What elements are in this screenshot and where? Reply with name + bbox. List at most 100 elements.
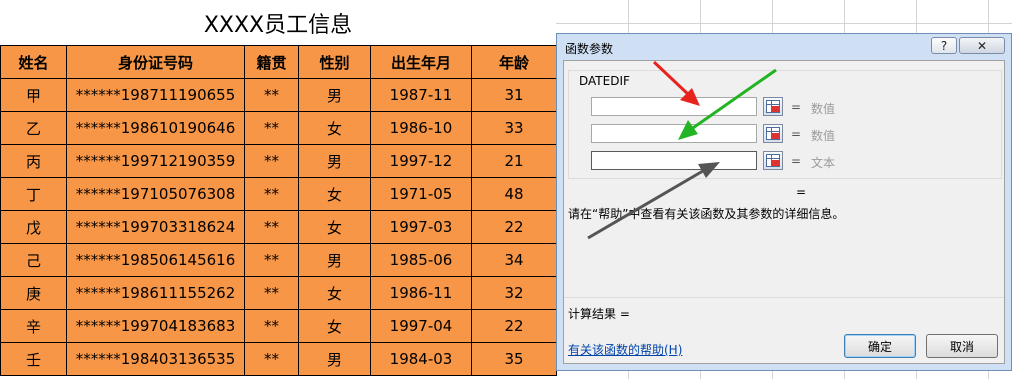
header-origin[interactable]: 籍贯 xyxy=(244,45,299,79)
cell-birth[interactable]: 1997-04 xyxy=(370,309,472,343)
cell-origin[interactable]: ** xyxy=(244,342,299,376)
table-row: 壬 ******198403136535 ** 男 1984-03 35 xyxy=(0,342,557,376)
range-select-icon[interactable] xyxy=(763,151,783,170)
table-row: 丁 ******197105076308 ** 女 1971-05 48 xyxy=(0,177,557,211)
cell-origin[interactable]: ** xyxy=(244,78,299,112)
cell-id[interactable]: ******199704183683 xyxy=(66,309,245,343)
function-arguments-dialog: 函数参数 ? ✕ DATEDIF = 数值 = 数值 = 文本 = 请在“帮助”… xyxy=(556,33,1012,371)
cell-origin[interactable]: ** xyxy=(244,111,299,145)
cell-gender[interactable]: 女 xyxy=(298,177,371,211)
cell-origin[interactable]: ** xyxy=(244,210,299,244)
cell-name[interactable]: 乙 xyxy=(0,111,67,145)
header-birth[interactable]: 出生年月 xyxy=(370,45,472,79)
range-select-icon[interactable] xyxy=(763,97,783,116)
cell-birth[interactable]: 1997-12 xyxy=(370,144,472,178)
cell-name[interactable]: 丙 xyxy=(0,144,67,178)
cell-gender[interactable]: 女 xyxy=(298,111,371,145)
cell-name[interactable]: 庚 xyxy=(0,276,67,310)
cell-id[interactable]: ******198610190646 xyxy=(66,111,245,145)
formula-result-eq: = xyxy=(796,185,807,199)
cell-birth[interactable]: 1984-03 xyxy=(370,342,472,376)
function-help-link[interactable]: 有关该函数的帮助(H) xyxy=(568,341,682,358)
header-gender[interactable]: 性别 xyxy=(298,45,371,79)
cell-name[interactable]: 丁 xyxy=(0,177,67,211)
table-row: 庚 ******198611155262 ** 女 1986-11 32 xyxy=(0,276,557,310)
function-name: DATEDIF xyxy=(579,74,630,88)
ok-button[interactable]: 确定 xyxy=(844,334,916,358)
argument-eq-1: = xyxy=(791,100,802,114)
cell-gender[interactable]: 男 xyxy=(298,342,371,376)
cell-age[interactable]: 32 xyxy=(471,276,557,310)
dialog-body: DATEDIF = 数值 = 数值 = 文本 = 请在“帮助”中查看有关该函数及… xyxy=(563,60,1005,364)
table-row: 辛 ******199704183683 ** 女 1997-04 22 xyxy=(0,309,557,343)
cell-id[interactable]: ******198711190655 xyxy=(66,78,245,112)
cell-gender[interactable]: 女 xyxy=(298,276,371,310)
close-button[interactable]: ✕ xyxy=(959,37,1005,54)
cell-name[interactable]: 己 xyxy=(0,243,67,277)
range-select-icon-glyph xyxy=(766,127,780,140)
cell-age[interactable]: 31 xyxy=(471,78,557,112)
cell-birth[interactable]: 1986-11 xyxy=(370,276,472,310)
cell-origin[interactable]: ** xyxy=(244,144,299,178)
cell-gender[interactable]: 女 xyxy=(298,210,371,244)
argument-input-3[interactable] xyxy=(591,151,757,170)
table-row: 戊 ******199703318624 ** 女 1997-03 22 xyxy=(0,210,557,244)
cell-birth[interactable]: 1986-10 xyxy=(370,111,472,145)
cell-origin[interactable]: ** xyxy=(244,309,299,343)
cell-origin[interactable]: ** xyxy=(244,177,299,211)
cell-id[interactable]: ******198403136535 xyxy=(66,342,245,376)
cell-gender[interactable]: 男 xyxy=(298,243,371,277)
cell-birth[interactable]: 1971-05 xyxy=(370,177,472,211)
cell-name[interactable]: 壬 xyxy=(0,342,67,376)
cell-birth[interactable]: 1997-03 xyxy=(370,210,472,244)
argument-result-2: 数值 xyxy=(811,129,836,143)
cell-id[interactable]: ******198611155262 xyxy=(66,276,245,310)
sheet-title[interactable]: XXXX员工信息 xyxy=(0,0,556,46)
range-select-icon-glyph xyxy=(766,154,780,167)
cell-age[interactable]: 21 xyxy=(471,144,557,178)
cell-name[interactable]: 甲 xyxy=(0,78,67,112)
table-row: 己 ******198506145616 ** 男 1985-06 34 xyxy=(0,243,557,277)
argument-eq-2: = xyxy=(791,127,802,141)
header-id[interactable]: 身份证号码 xyxy=(66,45,245,79)
argument-result-1: 数值 xyxy=(811,102,836,116)
divider xyxy=(564,297,1004,298)
cell-age[interactable]: 48 xyxy=(471,177,557,211)
header-age[interactable]: 年龄 xyxy=(471,45,557,79)
argument-eq-3: = xyxy=(791,154,802,168)
arguments-group: DATEDIF = 数值 = 数值 = 文本 xyxy=(568,70,1002,179)
cell-id[interactable]: ******199703318624 xyxy=(66,210,245,244)
employee-table: 姓名 身份证号码 籍贯 性别 出生年月 年龄 甲 ******198711190… xyxy=(0,45,557,376)
cell-gender[interactable]: 男 xyxy=(298,78,371,112)
cell-age[interactable]: 34 xyxy=(471,243,557,277)
cell-id[interactable]: ******198506145616 xyxy=(66,243,245,277)
cancel-button[interactable]: 取消 xyxy=(926,334,998,358)
cell-id[interactable]: ******199712190359 xyxy=(66,144,245,178)
cell-age[interactable]: 33 xyxy=(471,111,557,145)
table-row: 丙 ******199712190359 ** 男 1997-12 21 xyxy=(0,144,557,178)
argument-result-3: 文本 xyxy=(811,156,836,170)
cell-birth[interactable]: 1985-06 xyxy=(370,243,472,277)
cell-gender[interactable]: 女 xyxy=(298,309,371,343)
cell-age[interactable]: 22 xyxy=(471,210,557,244)
dialog-title: 函数参数 xyxy=(565,42,614,56)
cell-origin[interactable]: ** xyxy=(244,243,299,277)
argument-input-1[interactable] xyxy=(591,97,757,116)
range-select-icon[interactable] xyxy=(763,124,783,143)
help-button[interactable]: ? xyxy=(931,37,957,54)
help-description: 请在“帮助”中查看有关该函数及其参数的详细信息。 xyxy=(568,207,845,221)
calculation-result: 计算结果 = xyxy=(568,307,630,321)
cell-age[interactable]: 22 xyxy=(471,309,557,343)
range-select-icon-glyph xyxy=(766,100,780,113)
cell-name[interactable]: 辛 xyxy=(0,309,67,343)
cell-name[interactable]: 戊 xyxy=(0,210,67,244)
cell-origin[interactable]: ** xyxy=(244,276,299,310)
cell-id[interactable]: ******197105076308 xyxy=(66,177,245,211)
cell-gender[interactable]: 男 xyxy=(298,144,371,178)
table-row: 乙 ******198610190646 ** 女 1986-10 33 xyxy=(0,111,557,145)
cell-birth[interactable]: 1987-11 xyxy=(370,78,472,112)
cell-age[interactable]: 35 xyxy=(471,342,557,376)
table-row: 甲 ******198711190655 ** 男 1987-11 31 xyxy=(0,78,557,112)
argument-input-2[interactable] xyxy=(591,124,757,143)
header-name[interactable]: 姓名 xyxy=(0,45,67,79)
